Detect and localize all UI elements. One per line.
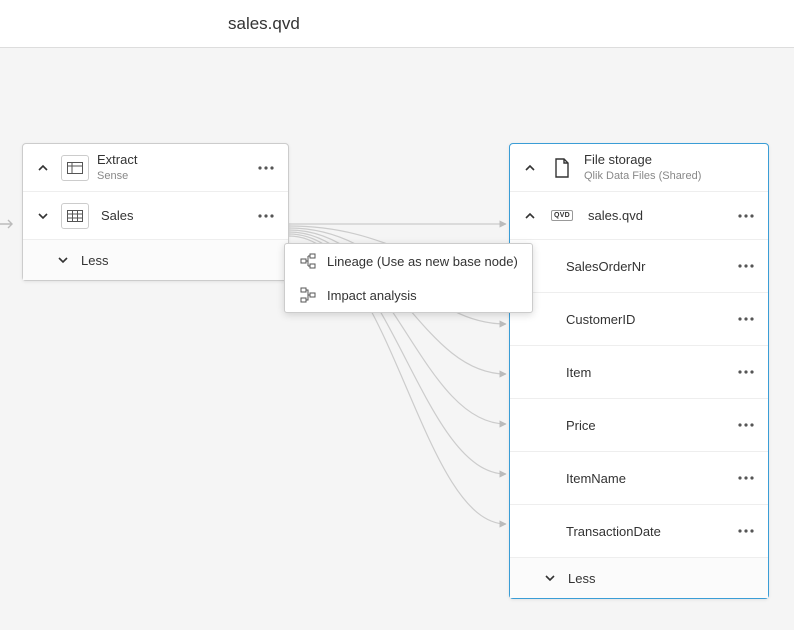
dataset-icon [61,155,89,181]
expand-toggle[interactable] [33,158,53,178]
incoming-arrow-icon [0,217,18,235]
canvas: Extract Sense Sales Less [0,48,794,630]
field-row: Price [510,399,768,452]
field-label: Item [566,365,734,380]
chevron-down-icon [53,250,73,270]
more-actions-button[interactable] [734,466,758,490]
source-node: Extract Sense Sales Less [22,143,289,281]
field-label: TransactionDate [566,524,734,539]
context-menu: Lineage (Use as new base node) Impact an… [284,243,533,313]
field-label: ItemName [566,471,734,486]
expand-toggle[interactable] [520,206,540,226]
field-row: ItemName [510,452,768,505]
target-file-label: sales.qvd [584,208,734,223]
more-actions-button[interactable] [734,413,758,437]
more-actions-button[interactable] [734,254,758,278]
source-node-subtitle: Sense [97,169,254,183]
source-node-title-block: Extract Sense [97,152,254,183]
less-label: Less [560,571,595,586]
table-icon [61,203,89,229]
chevron-down-icon [540,568,560,588]
field-row: SalesOrderNr [510,240,768,293]
more-actions-button[interactable] [734,360,758,384]
expand-toggle[interactable] [33,206,53,226]
target-node-title: File storage [584,152,758,169]
source-node-header: Extract Sense [23,144,288,192]
source-node-title: Extract [97,152,254,169]
source-less-row[interactable]: Less [23,240,288,280]
target-node-header: File storage Qlik Data Files (Shared) [510,144,768,192]
target-less-row[interactable]: Less [510,558,768,598]
less-label: Less [73,253,108,268]
target-node-title-block: File storage Qlik Data Files (Shared) [584,152,758,183]
source-table-row: Sales [23,192,288,240]
file-icon [548,158,576,178]
expand-toggle[interactable] [520,158,540,178]
source-table-label: Sales [97,208,254,223]
target-file-row: QVD sales.qvd [510,192,768,240]
lineage-icon [299,252,317,270]
field-label: CustomerID [566,312,734,327]
field-label: Price [566,418,734,433]
impact-icon [299,286,317,304]
field-row: Item [510,346,768,399]
field-row: CustomerID [510,293,768,346]
more-actions-button[interactable] [734,204,758,228]
more-actions-button[interactable] [254,156,278,180]
field-row: TransactionDate [510,505,768,558]
menu-item-label: Lineage (Use as new base node) [327,254,518,269]
menu-item-impact[interactable]: Impact analysis [285,278,532,312]
toolbar: sales.qvd [0,0,794,48]
menu-item-label: Impact analysis [327,288,417,303]
qvd-icon: QVD [548,210,576,221]
more-actions-button[interactable] [254,204,278,228]
target-node: File storage Qlik Data Files (Shared) QV… [509,143,769,599]
menu-item-lineage[interactable]: Lineage (Use as new base node) [285,244,532,278]
more-actions-button[interactable] [734,307,758,331]
target-node-subtitle: Qlik Data Files (Shared) [584,169,758,183]
field-label: SalesOrderNr [566,259,734,274]
page-title: sales.qvd [228,14,300,34]
more-actions-button[interactable] [734,519,758,543]
